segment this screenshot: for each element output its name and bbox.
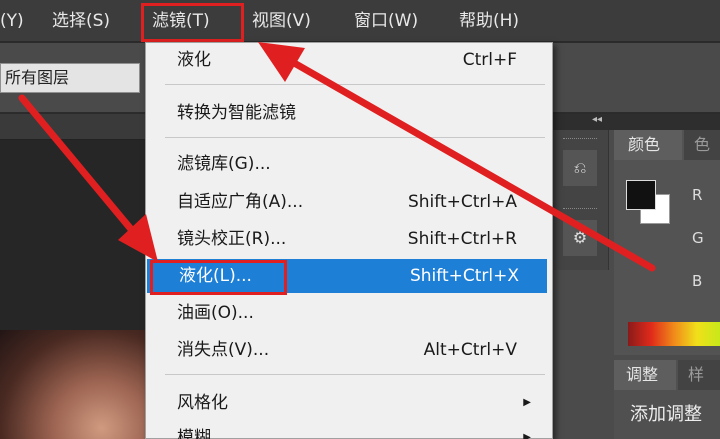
history-panel-icon[interactable]: ⎌	[563, 150, 597, 186]
channel-label-b: B	[692, 272, 703, 290]
menu-item-label: 镜头校正(R)...	[177, 229, 287, 249]
panel-grip[interactable]	[563, 138, 597, 142]
channel-label-r: R	[692, 186, 703, 204]
properties-panel-icon[interactable]: ⚙	[563, 220, 597, 256]
channel-label-g: G	[692, 229, 704, 247]
menu-item-filter-gallery[interactable]: 滤镜库(G)...	[145, 147, 545, 181]
panel-dock-header	[553, 114, 720, 130]
photo-preview	[0, 330, 145, 439]
menu-item-label: 转换为智能滤镜	[177, 103, 296, 123]
menu-item-shortcut: Alt+Ctrl+V	[423, 340, 517, 360]
menu-select-y[interactable]: (Y)	[0, 0, 24, 42]
menu-help[interactable]: 帮助(H)	[459, 0, 519, 42]
menu-item-shortcut: Shift+Ctrl+A	[407, 192, 517, 212]
filter-menu-highlight-box	[141, 3, 244, 42]
tab-color[interactable]: 颜色	[614, 130, 682, 160]
menu-item-label: 模糊	[177, 428, 211, 439]
menu-item-shortcut: Ctrl+F	[462, 50, 517, 70]
color-spectrum-bar[interactable]	[628, 322, 720, 346]
menu-item-adaptive-wide-angle[interactable]: 自适应广角(A)... Shift+Ctrl+A	[145, 185, 545, 219]
triangle-right-icon: ▶	[523, 397, 531, 408]
menu-item-label: 风格化	[177, 393, 228, 413]
menu-bar: (Y) 选择(S) 滤镜(T) 视图(V) 窗口(W) 帮助(H)	[0, 0, 720, 42]
layer-sample-select[interactable]: 所有图层	[0, 63, 140, 93]
menu-item-label: 液化	[177, 50, 211, 70]
menu-item-stylize[interactable]: 风格化 ▶	[145, 386, 545, 420]
foreground-color-swatch[interactable]	[626, 180, 656, 210]
liquify-highlight-box	[150, 260, 287, 295]
menu-item-blur[interactable]: 模糊 ▶	[145, 421, 545, 439]
menu-item-convert-smart-filter[interactable]: 转换为智能滤镜	[145, 96, 545, 130]
menu-window[interactable]: 窗口(W)	[354, 0, 418, 42]
panel-grip[interactable]	[563, 208, 597, 212]
triangle-right-icon: ▶	[523, 432, 531, 439]
menu-item-label: 消失点(V)...	[177, 340, 270, 360]
menu-item-label: 滤镜库(G)...	[177, 154, 271, 174]
menu-item-vanishing-point[interactable]: 消失点(V)... Alt+Ctrl+V	[145, 333, 545, 367]
menu-separator	[165, 84, 545, 85]
menu-item-shortcut: Shift+Ctrl+R	[407, 229, 517, 249]
tab-swatches[interactable]: 色	[684, 130, 720, 160]
document-tab-strip	[0, 114, 145, 140]
menu-item-lens-correction[interactable]: 镜头校正(R)... Shift+Ctrl+R	[145, 222, 545, 256]
menu-separator	[165, 374, 545, 375]
menu-item-last-filter[interactable]: 液化 Ctrl+F	[145, 43, 545, 77]
menu-view[interactable]: 视图(V)	[252, 0, 311, 42]
double-chevron-left-icon[interactable]: ◂◂	[592, 114, 602, 125]
menu-item-oil-paint[interactable]: 油画(O)...	[145, 296, 545, 330]
menu-separator	[165, 137, 545, 138]
menu-item-label: 自适应广角(A)...	[177, 192, 304, 212]
menu-item-shortcut: Shift+Ctrl+X	[409, 266, 519, 286]
menu-item-label: 油画(O)...	[177, 303, 254, 323]
add-adjustment-label: 添加调整	[630, 404, 702, 425]
tab-adjustments[interactable]: 调整	[614, 360, 676, 390]
menu-select[interactable]: 选择(S)	[52, 0, 110, 42]
tab-styles[interactable]: 样	[678, 360, 720, 390]
